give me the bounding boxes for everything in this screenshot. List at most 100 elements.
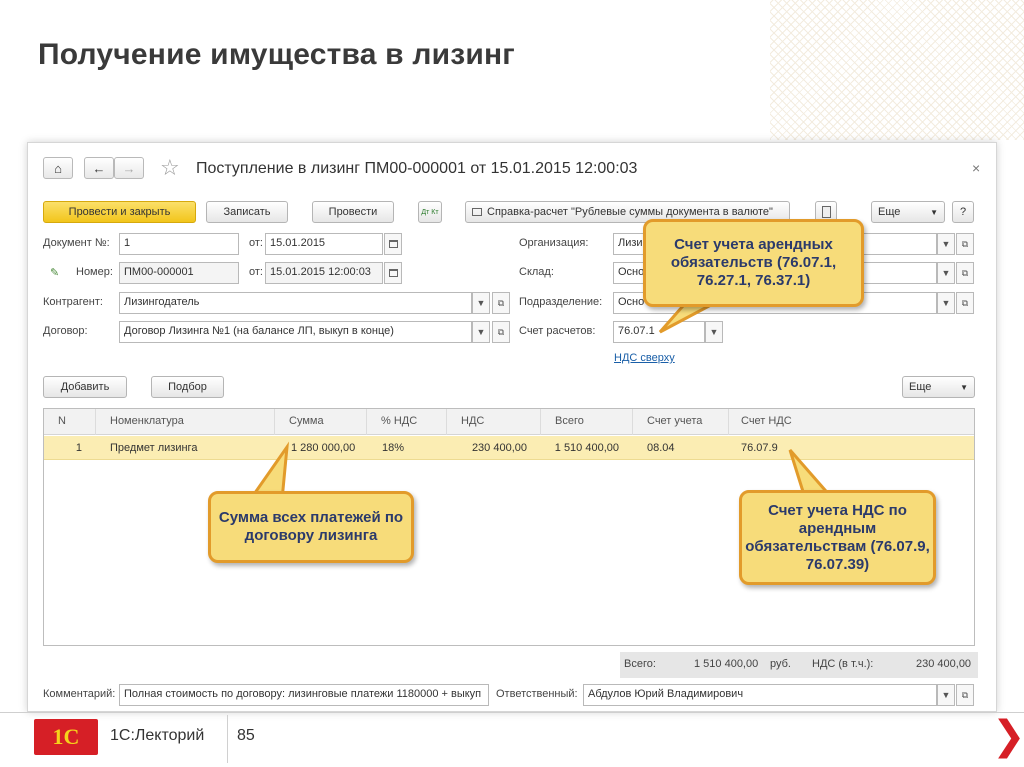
help-button[interactable]: ? [952, 201, 974, 223]
responsible-field[interactable]: Абдулов Юрий Владимирович [583, 684, 937, 706]
col-nomenclature[interactable]: Номенклатура [96, 409, 275, 435]
open-link-icon: ⧉ [961, 238, 969, 249]
total-value: 1 510 400,00 [694, 658, 759, 670]
organization-open-button[interactable]: ⧉ [956, 233, 974, 255]
warehouse-label: Склад: [519, 266, 554, 278]
callout-vat-account: Счет учета НДС по арендным обязательства… [739, 490, 936, 585]
callout-lease-text: Счет учета арендных обязательств (76.07.… [670, 236, 837, 289]
col-n[interactable]: N [44, 409, 96, 435]
1c-logo: 1С [34, 719, 98, 755]
dt-kt-button[interactable]: Дт Кт [418, 201, 442, 223]
forward-button[interactable]: → [114, 157, 144, 179]
table-row[interactable]: 1 Предмет лизинга 1 280 000,00 18% 230 4… [44, 436, 974, 460]
footer-divider [0, 712, 1024, 713]
responsible-open-button[interactable]: ⧉ [956, 684, 974, 706]
account-label: Счет расчетов: [519, 325, 596, 337]
chevron-down-icon: ▼ [941, 239, 951, 249]
chevron-down-icon: ▼ [709, 327, 719, 337]
cell-nomenclature: Предмет лизинга [110, 442, 198, 454]
calendar-button-2[interactable] [384, 262, 402, 284]
home-button[interactable]: ⌂ [43, 157, 73, 179]
counterparty-open-button[interactable]: ⧉ [492, 292, 510, 314]
comment-label: Комментарий: [43, 688, 116, 700]
counterparty-field[interactable]: Лизингодатель [119, 292, 472, 314]
document-title: Поступление в лизинг ПМ00-000001 от 15.0… [196, 160, 638, 177]
contract-label: Договор: [43, 325, 88, 337]
post-and-close-button[interactable]: Провести и закрыть [43, 201, 196, 223]
table-more-button[interactable]: Еще ▼ [902, 376, 975, 398]
warehouse-dropdown[interactable]: ▼ [937, 262, 955, 284]
col-sum[interactable]: Сумма [275, 409, 367, 435]
save-button[interactable]: Записать [206, 201, 288, 223]
cell-account: 08.04 [647, 442, 675, 454]
comment-field[interactable]: Полная стоимость по договору: лизинговые… [119, 684, 489, 706]
cell-vat: 230 400,00 [471, 442, 527, 454]
col-vat-rate[interactable]: % НДС [367, 409, 447, 435]
vat-total-label: НДС (в т.ч.): [812, 658, 874, 670]
responsible-label: Ответственный: [496, 688, 578, 700]
arrow-left-icon: ← [92, 160, 106, 176]
more-label: Еще [878, 206, 901, 218]
contract-dropdown[interactable]: ▼ [472, 321, 490, 343]
dt-kt-icon: Дт Кт [421, 208, 439, 216]
edit-number-icon[interactable]: ✎ [50, 266, 59, 279]
decorative-pattern [770, 0, 1024, 140]
table-more-label: Еще [909, 381, 932, 393]
close-icon[interactable]: × [972, 160, 980, 176]
account-field[interactable]: 76.07.1 [613, 321, 705, 343]
calendar-icon [388, 240, 398, 248]
department-label: Подразделение: [519, 296, 603, 308]
number-date-field[interactable]: 15.01.2015 12:00:03 [265, 262, 383, 284]
footer-separator [227, 715, 228, 763]
back-button[interactable]: ← [84, 157, 114, 179]
open-link-icon: ⧉ [961, 297, 969, 308]
select-items-button[interactable]: Подбор [151, 376, 224, 398]
vat-on-top-link[interactable]: НДС сверху [614, 352, 675, 364]
doc-date-field[interactable]: 15.01.2015 [265, 233, 383, 255]
contract-field[interactable]: Договор Лизинга №1 (на балансе ЛП, выкуп… [119, 321, 472, 343]
cell-n: 1 [75, 442, 82, 454]
open-link-icon: ⧉ [497, 297, 505, 308]
calculator-icon [821, 206, 831, 218]
totals-bar: Всего: 1 510 400,00 руб. НДС (в т.ч.): 2… [620, 652, 978, 678]
col-vat[interactable]: НДС [447, 409, 541, 435]
home-icon: ⌂ [54, 160, 62, 176]
department-open-button[interactable]: ⧉ [956, 292, 974, 314]
add-row-button[interactable]: Добавить [43, 376, 127, 398]
col-account[interactable]: Счет учета [633, 409, 729, 435]
doc-date-label: от: [249, 237, 263, 249]
organization-label: Организация: [519, 237, 589, 249]
calendar-button[interactable] [384, 233, 402, 255]
account-dropdown[interactable]: ▼ [705, 321, 723, 343]
col-vat-account[interactable]: Счет НДС [729, 409, 974, 435]
department-dropdown[interactable]: ▼ [937, 292, 955, 314]
post-button[interactable]: Провести [312, 201, 394, 223]
logo-text: 1С [52, 724, 80, 749]
doc-no-field[interactable]: 1 [119, 233, 239, 255]
report-button-label: Справка-расчет "Рублевые суммы документа… [487, 206, 773, 218]
counterparty-dropdown[interactable]: ▼ [472, 292, 490, 314]
vat-total-value: 230 400,00 [916, 658, 972, 670]
next-slide-chevron-icon[interactable]: ❯ [992, 716, 1024, 756]
footer-brand: 1С:Лекторий [110, 727, 205, 744]
slide-title: Получение имущества в лизинг [38, 38, 515, 71]
callout-sum-text: Сумма всех платежей по договору лизинга [218, 509, 404, 544]
contract-open-button[interactable]: ⧉ [492, 321, 510, 343]
responsible-dropdown[interactable]: ▼ [937, 684, 955, 706]
col-total[interactable]: Всего [541, 409, 633, 435]
open-link-icon: ⧉ [961, 689, 969, 700]
warehouse-open-button[interactable]: ⧉ [956, 262, 974, 284]
total-currency: руб. [770, 658, 791, 670]
open-link-icon: ⧉ [497, 326, 505, 337]
arrow-right-icon: → [122, 160, 136, 176]
cell-total: 1 510 400,00 [554, 442, 619, 454]
calendar-icon [388, 269, 398, 277]
total-label: Всего: [624, 658, 656, 670]
chevron-down-icon: ▼ [941, 268, 951, 278]
number-field[interactable]: ПМ00-000001 [119, 262, 239, 284]
organization-dropdown[interactable]: ▼ [937, 233, 955, 255]
more-menu-button[interactable]: Еще ▼ [871, 201, 945, 223]
doc-no-label: Документ №: [43, 237, 110, 249]
favorite-star-icon[interactable]: ☆ [160, 157, 180, 179]
number-label: Номер: [76, 266, 113, 278]
